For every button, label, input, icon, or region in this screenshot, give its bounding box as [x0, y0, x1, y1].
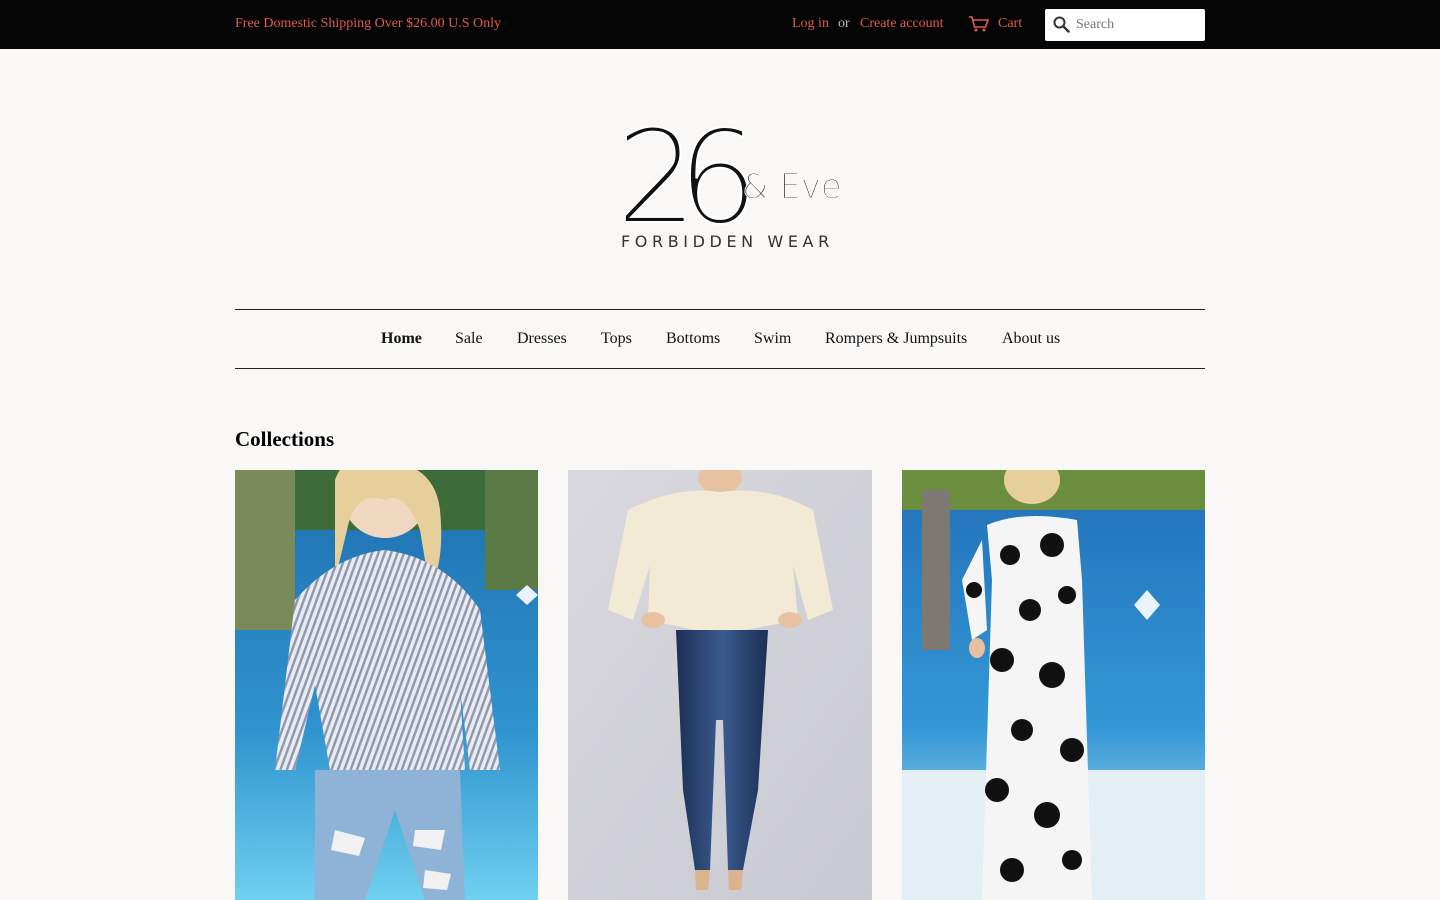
search-input[interactable]: [1076, 15, 1200, 35]
collection-image-2: [568, 470, 872, 900]
shipping-promo: Free Domestic Shipping Over $26.00 U.S O…: [235, 16, 501, 31]
cart-link[interactable]: Cart: [998, 16, 1022, 32]
nav-sale[interactable]: Sale: [455, 330, 483, 348]
collection-image-1: [235, 470, 538, 900]
or-separator: or: [838, 16, 850, 31]
nav-swim[interactable]: Swim: [754, 330, 791, 348]
nav-tops[interactable]: Tops: [601, 330, 632, 348]
nav-dresses[interactable]: Dresses: [517, 330, 567, 348]
search-box[interactable]: [1045, 9, 1205, 41]
cart-icon[interactable]: [969, 16, 990, 32]
create-account-link[interactable]: Create account: [860, 16, 944, 32]
nav-rompers-jumpsuits[interactable]: Rompers & Jumpsuits: [825, 330, 967, 348]
nav-bottoms[interactable]: Bottoms: [666, 330, 720, 348]
logo-tagline: FORBIDDEN WEAR: [621, 232, 834, 251]
store-logo[interactable]: 26 & Eve FORBIDDEN WEAR: [612, 103, 844, 258]
top-bar: Free Domestic Shipping Over $26.00 U.S O…: [0, 0, 1440, 49]
logo-name: & Eve: [742, 167, 842, 207]
search-icon[interactable]: [1053, 16, 1070, 33]
login-link[interactable]: Log in: [792, 16, 829, 32]
collection-card-1[interactable]: [235, 470, 538, 900]
main-nav: Home Sale Dresses Tops Bottoms Swim Romp…: [235, 309, 1205, 369]
nav-home[interactable]: Home: [381, 330, 422, 348]
collections-heading: Collections: [235, 427, 335, 451]
collection-card-3[interactable]: [902, 470, 1205, 900]
collection-card-2[interactable]: [568, 470, 872, 900]
collection-image-3: [902, 470, 1205, 900]
nav-about-us[interactable]: About us: [1002, 330, 1060, 348]
